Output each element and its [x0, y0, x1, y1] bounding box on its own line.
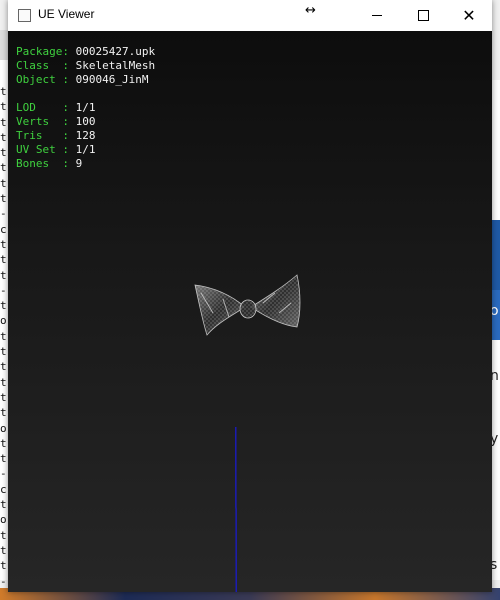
info-row-verts: Verts : 100 [16, 115, 155, 129]
resize-cursor-icon: ↔ [305, 3, 316, 18]
info-row-uvset: UV Set : 1/1 [16, 143, 155, 157]
info-value: 00025427.upk [75, 45, 156, 58]
info-row-bones: Bones : 9 [16, 157, 155, 171]
minimize-button[interactable] [354, 0, 400, 31]
info-row-lod: LOD : 1/1 [16, 101, 155, 115]
bow-tie-mesh [194, 274, 301, 336]
info-value: SkeletalMesh [75, 59, 156, 72]
minimize-icon [372, 15, 382, 16]
info-row-class: Class : SkeletalMesh [16, 59, 155, 73]
maximize-button[interactable] [400, 0, 446, 31]
info-value: 090046_JinM [75, 73, 149, 86]
window-title: UE Viewer [38, 7, 95, 21]
info-value: 9 [75, 157, 83, 170]
info-value: 1/1 [75, 101, 96, 114]
close-button[interactable]: ✕ [446, 0, 492, 31]
close-icon: ✕ [462, 5, 476, 25]
info-label: Verts : [16, 115, 69, 128]
3d-viewport[interactable]: Package: 00025427.upk Class : SkeletalMe… [8, 31, 492, 592]
info-label: Package: [16, 45, 69, 58]
info-label: Object : [16, 73, 69, 86]
axis-line [235, 427, 237, 592]
bow-knot [239, 299, 257, 319]
app-icon [18, 9, 31, 22]
info-label: Tris : [16, 129, 69, 142]
info-value: 1/1 [75, 143, 96, 156]
desktop-background: tttttttt-cttt-tottttttott-ctottt-ct o n … [0, 0, 500, 600]
info-value: 128 [75, 129, 96, 142]
maximize-icon [417, 10, 429, 21]
info-label: LOD : [16, 101, 69, 114]
info-row-tris: Tris : 128 [16, 129, 155, 143]
info-row-package: Package: 00025427.upk [16, 45, 155, 59]
info-label: Bones : [16, 157, 69, 170]
title-bar[interactable]: UE Viewer ↔ ✕ [8, 0, 492, 31]
info-row-object: Object : 090046_JinM [16, 73, 155, 87]
mesh-info-overlay: Package: 00025427.upk Class : SkeletalMe… [16, 45, 155, 171]
info-label: UV Set : [16, 143, 69, 156]
info-value: 100 [75, 115, 96, 128]
info-label: Class : [16, 59, 69, 72]
ue-viewer-window: UE Viewer ↔ ✕ Package: 00025427.upk Clas… [8, 0, 492, 592]
